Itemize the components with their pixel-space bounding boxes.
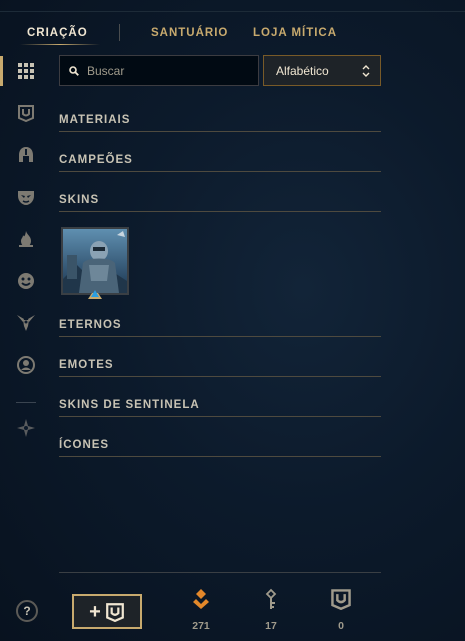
sidebar-item-materials[interactable] [14, 101, 38, 125]
sidebar-item-skins[interactable] [14, 185, 38, 209]
search-icon [69, 65, 79, 76]
sidebar-divider [16, 402, 36, 403]
tab-criacao[interactable]: CRIAÇÃO [27, 27, 88, 39]
footer-divider [59, 572, 381, 573]
orange-essence-count: 271 [192, 620, 210, 632]
orange-essence-counter: 271 [181, 588, 221, 632]
mask-icon [18, 191, 34, 205]
top-divider [0, 11, 465, 12]
loot-panel: CRIAÇÃO SANTUÁRIO LOJA MÍTICA Buscar Alf… [0, 0, 465, 641]
orange-essence-icon [193, 589, 209, 609]
section-materiais[interactable]: MATERIAIS [59, 114, 130, 126]
help-button[interactable]: ? [16, 600, 38, 622]
tab-loja-mitica[interactable]: LOJA MÍTICA [253, 27, 337, 39]
sidebar-item-champions[interactable] [14, 143, 38, 167]
help-icon: ? [23, 604, 31, 618]
emote-face-icon [18, 273, 34, 289]
flame-icon [19, 231, 33, 247]
tab-divider [119, 24, 120, 41]
chest-counter: 0 [321, 588, 361, 632]
sidebar-active-indicator [0, 56, 3, 86]
profile-icon [17, 356, 35, 374]
skin-artwork [63, 229, 127, 293]
section-emotes[interactable]: EMOTES [59, 359, 114, 371]
key-counter: 17 [251, 588, 291, 632]
sidebar-item-ward-skins[interactable] [14, 311, 38, 335]
skin-thumbnail [61, 227, 129, 295]
section-divider [59, 211, 381, 212]
section-divider [59, 336, 381, 337]
plus-icon: + [89, 600, 101, 623]
skin-shard-card[interactable] [61, 227, 129, 299]
helmet-icon [19, 147, 33, 162]
chest-icon [18, 105, 34, 122]
section-eternos[interactable]: ETERNOS [59, 319, 122, 331]
key-count: 17 [265, 620, 277, 632]
sidebar-item-all[interactable] [14, 59, 38, 83]
sidebar-item-emotes[interactable] [14, 269, 38, 293]
section-divider [59, 376, 381, 377]
ward-icon [17, 315, 35, 331]
chest-icon [331, 589, 351, 610]
chest-icon [105, 602, 124, 622]
crest-icon [17, 419, 35, 437]
tab-santuario[interactable]: SANTUÁRIO [151, 27, 228, 39]
section-divider [59, 171, 381, 172]
chest-count: 0 [338, 620, 344, 632]
section-icones[interactable]: ÍCONES [59, 439, 109, 451]
sidebar-item-crest[interactable] [14, 416, 38, 440]
chevron-updown-icon [362, 65, 370, 77]
key-icon [265, 588, 277, 609]
section-divider [59, 456, 381, 457]
sort-selected-value: Alfabético [276, 63, 329, 78]
sort-select[interactable]: Alfabético [263, 55, 381, 86]
section-skins[interactable]: SKINS [59, 194, 99, 206]
sidebar-item-eternals[interactable] [14, 227, 38, 251]
section-skins-de-sentinela[interactable]: SKINS DE SENTINELA [59, 399, 200, 411]
rarity-gem-icon [88, 290, 102, 299]
search-box[interactable] [59, 55, 259, 86]
add-chest-button[interactable]: + [72, 594, 142, 629]
section-divider [59, 416, 381, 417]
grid-icon [18, 63, 34, 79]
sidebar-item-icons[interactable] [14, 353, 38, 377]
active-tab-underline [20, 44, 100, 45]
section-divider [59, 131, 381, 132]
search-input[interactable] [87, 63, 247, 78]
section-campeoes[interactable]: CAMPEÕES [59, 154, 133, 166]
